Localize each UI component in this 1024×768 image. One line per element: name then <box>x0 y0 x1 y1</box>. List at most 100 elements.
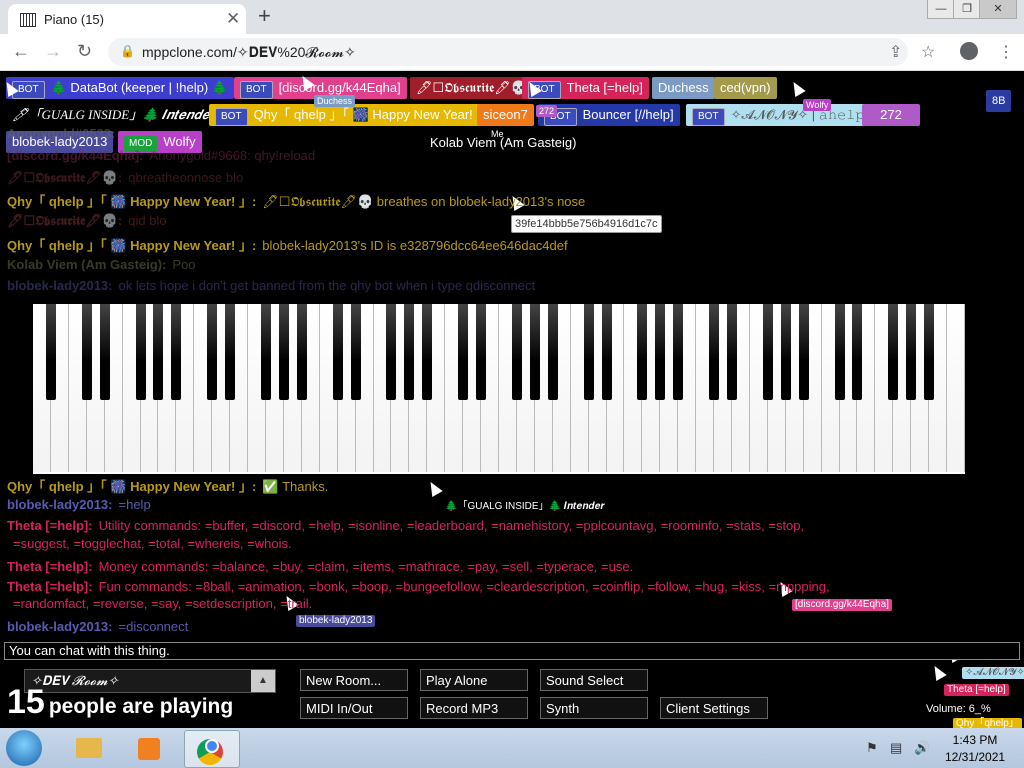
network-icon[interactable]: ▤ <box>890 740 902 756</box>
play-alone-button[interactable]: Play Alone <box>420 669 528 691</box>
black-key[interactable] <box>709 304 720 400</box>
address-bar: ← → ↻ 🔒 mppclone.com/✧𝐃𝐄𝐕%20𝓡𝓸𝓸𝓶✧ ⇪ ☆ ⋮ <box>0 34 1024 71</box>
black-key[interactable] <box>225 304 236 400</box>
black-key[interactable] <box>278 304 289 400</box>
menu-kebab-icon[interactable]: ⋮ <box>998 42 1014 62</box>
user-tag-anony[interactable]: BOT ✧𝓐𝓝𝓞𝓝𝓨✧ | 𝚊𝚑𝚎𝚕𝚙 | <box>686 104 878 126</box>
black-key[interactable] <box>673 304 684 400</box>
chat-message: Theta [=help]: Fun commands: =8ball, =ani… <box>7 579 830 594</box>
user-tag-duchess[interactable]: Duchess <box>652 77 715 99</box>
chat-message: Kolab Viem (Am Gasteig): Poo <box>7 257 196 272</box>
new-room-button[interactable]: New Room... <box>300 669 408 691</box>
volume-label[interactable]: Volume: 6_% <box>926 703 991 715</box>
profile-avatar-icon[interactable] <box>960 42 978 60</box>
black-key[interactable] <box>386 304 397 400</box>
black-key[interactable] <box>780 304 791 400</box>
black-key[interactable] <box>547 304 558 400</box>
back-arrow-icon[interactable]: ← <box>12 41 30 62</box>
black-key[interactable] <box>99 304 110 400</box>
black-key[interactable] <box>404 304 415 400</box>
black-key[interactable] <box>171 304 182 400</box>
black-key[interactable] <box>81 304 92 400</box>
black-key[interactable] <box>762 304 773 400</box>
people-count-number: 15 <box>7 683 45 721</box>
user-tag-ced[interactable]: ced(vpn) <box>714 77 777 99</box>
black-key[interactable] <box>834 304 845 400</box>
media-player-icon[interactable] <box>122 730 176 766</box>
black-key[interactable] <box>153 304 164 400</box>
chat-author: Theta [=help]: <box>7 559 93 574</box>
bookmark-star-icon[interactable]: ☆ <box>921 42 935 62</box>
black-key[interactable] <box>261 304 271 400</box>
new-tab-button[interactable]: + <box>258 3 271 29</box>
chrome-icon[interactable] <box>184 730 240 768</box>
url-omnibox[interactable]: 🔒 mppclone.com/✧𝐃𝐄𝐕%20𝓡𝓸𝓸𝓶✧ <box>108 38 908 66</box>
black-key[interactable] <box>135 304 146 400</box>
synth-button[interactable]: Synth <box>540 697 648 719</box>
bot-badge: BOT <box>215 108 248 126</box>
url-text[interactable]: mppclone.com/✧𝐃𝐄𝐕%20𝓡𝓸𝓸𝓶✧ <box>142 44 356 61</box>
white-key[interactable] <box>947 304 965 472</box>
user-tag-theta[interactable]: BOT Theta [=help] <box>522 77 649 99</box>
reload-icon[interactable]: ↻ <box>77 41 92 62</box>
user-tag-databot[interactable]: BOT 🌲 DataBot (keeper | !help) 🌲 <box>6 77 234 99</box>
black-key[interactable] <box>45 304 56 400</box>
forward-arrow-icon[interactable]: → <box>44 41 62 62</box>
room-dropdown-arrow-icon[interactable]: ▲ <box>251 670 275 692</box>
client-settings-button[interactable]: Client Settings <box>660 697 768 719</box>
black-key[interactable] <box>332 304 343 400</box>
black-key[interactable] <box>637 304 648 400</box>
piano-keyboard[interactable] <box>33 304 965 474</box>
black-key[interactable] <box>924 304 935 400</box>
black-key[interactable] <box>888 304 899 400</box>
share-icon[interactable]: ⇪ <box>889 42 902 62</box>
close-window-button[interactable]: ✕ <box>979 0 1017 19</box>
user-tag-qhy[interactable]: BOT Qhy「 qhelp 」「 🎆 Happy New Year! 」 <box>209 104 496 126</box>
record-mp3-button[interactable]: Record MP3 <box>420 697 528 719</box>
network-error-icon[interactable]: ⚑ <box>866 740 878 756</box>
user-name: Wolfy <box>163 134 196 149</box>
black-key[interactable] <box>476 304 487 400</box>
chat-input[interactable]: You can chat with this thing. <box>4 642 1020 660</box>
black-key[interactable] <box>852 304 863 400</box>
sound-select-button[interactable]: Sound Select <box>540 669 648 691</box>
volume-icon[interactable]: 🔊 <box>914 740 930 756</box>
black-key[interactable] <box>655 304 666 400</box>
user-tag-obscurite[interactable]: 🖊☐𝕺𝖇𝖘𝖈𝖚𝖗𝖎𝖙𝖊🖊💀 <box>410 77 533 99</box>
tab-close-icon[interactable]: ✕ <box>226 9 240 29</box>
user-tag-bouncer[interactable]: BOT Bouncer [//help] <box>538 104 680 126</box>
browser-tab[interactable]: Piano (15) ✕ <box>8 4 246 34</box>
cursor-icon <box>425 478 443 498</box>
black-key[interactable] <box>296 304 307 400</box>
midi-button[interactable]: MIDI In/Out <box>300 697 408 719</box>
black-key[interactable] <box>601 304 612 400</box>
chat-text: qbreatheonnose blo <box>128 170 244 185</box>
black-key[interactable] <box>422 304 433 400</box>
black-key[interactable] <box>529 304 540 400</box>
black-key[interactable] <box>207 304 218 400</box>
black-key[interactable] <box>906 304 917 400</box>
user-tag-gualg[interactable]: 🖊「GUALG INSIDE」🌲 𝑰𝒏𝒕𝒆𝒏𝒅𝒆𝒓 <box>6 104 221 126</box>
file-explorer-icon[interactable] <box>62 730 116 766</box>
bot-badge: BOT <box>240 81 273 99</box>
user-tag-272[interactable]: 272 <box>862 104 920 126</box>
cursor-label-theta: Theta [=help] <box>944 684 1009 696</box>
black-key[interactable] <box>727 304 737 400</box>
black-key[interactable] <box>798 304 809 400</box>
lock-icon: 🔒 <box>120 44 135 58</box>
minimize-button[interactable]: — <box>927 0 955 19</box>
room-badge[interactable]: 8B <box>986 90 1012 112</box>
system-clock[interactable]: 1:43 PM 12/31/2021 <box>945 732 1005 766</box>
piano-favicon-icon <box>20 13 36 27</box>
piano-page: BOT 🌲 DataBot (keeper | !help) 🌲 BOT [disc… <box>0 71 1024 728</box>
start-button-icon[interactable] <box>6 730 42 766</box>
black-key[interactable] <box>511 304 522 400</box>
chat-text: blobek-lady2013's ID is e328796dcc64ee64… <box>262 238 568 253</box>
cursor-label-wolfy: Wolfy <box>803 99 832 111</box>
chat-message: Qhy「 qhelp 」「 🎆 Happy New Year! 」: ✅ Than… <box>7 476 328 495</box>
black-key[interactable] <box>583 304 594 400</box>
black-key[interactable] <box>350 304 361 400</box>
user-tag-siceon7[interactable]: siceon7 <box>477 104 534 126</box>
maximize-button[interactable]: ❐ <box>953 0 981 19</box>
black-key[interactable] <box>458 304 469 400</box>
